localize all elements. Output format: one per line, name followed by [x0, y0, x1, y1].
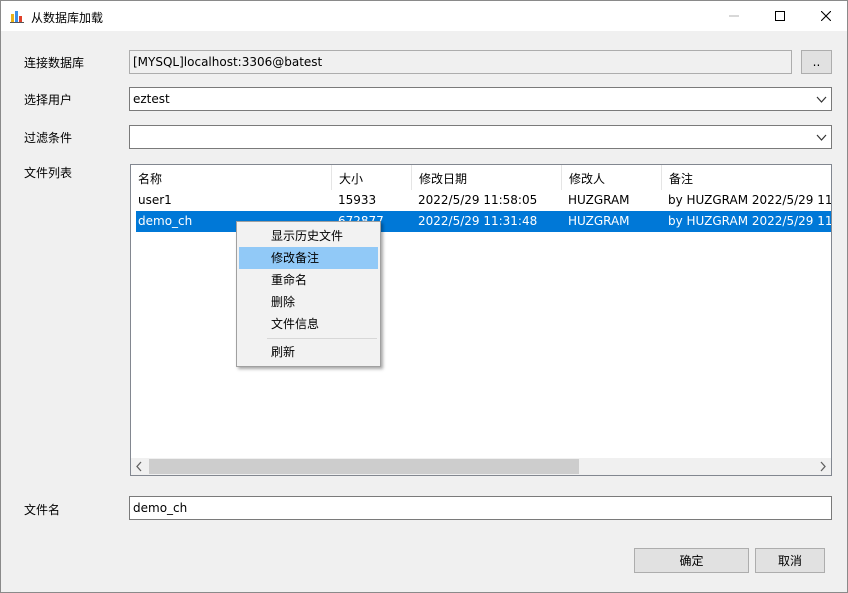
filter-select[interactable] — [129, 125, 832, 149]
title-bar[interactable]: 从数据库加载 — [1, 1, 847, 31]
scrollbar-thumb[interactable] — [149, 459, 579, 474]
menu-item-edit-note[interactable]: 修改备注 — [239, 247, 378, 269]
file-size-cell: 15933 — [338, 193, 377, 207]
user-select[interactable]: eztest — [129, 87, 832, 111]
user-label: 选择用户 — [24, 93, 73, 107]
scroll-left-icon[interactable] — [134, 461, 145, 472]
menu-item-refresh[interactable]: 刷新 — [239, 341, 378, 363]
ok-button[interactable]: 确定 — [634, 548, 749, 573]
table-row[interactable]: user1 15933 2022/5/29 11:58:05 HUZGRAM b… — [136, 190, 831, 211]
close-button[interactable] — [803, 1, 848, 31]
file-date-cell: 2022/5/29 11:31:48 — [418, 214, 538, 228]
minimize-icon — [729, 15, 739, 17]
context-menu: 显示历史文件 修改备注 重命名 删除 文件信息 刷新 — [236, 221, 381, 367]
menu-item-show-history[interactable]: 显示历史文件 — [239, 225, 378, 247]
browse-database-button[interactable]: .. — [801, 50, 832, 74]
column-header-date[interactable]: 修改日期 — [412, 165, 562, 190]
filter-label: 过滤条件 — [24, 131, 73, 145]
file-note-cell: by HUZGRAM 2022/5/29 11:58:05 — [668, 193, 831, 207]
file-name-cell: user1 — [138, 193, 172, 207]
close-icon — [821, 11, 831, 21]
horizontal-scrollbar[interactable] — [131, 458, 831, 475]
filename-label: 文件名 — [24, 503, 61, 517]
cancel-button[interactable]: 取消 — [755, 548, 825, 573]
file-modifier-cell: HUZGRAM — [568, 214, 630, 228]
database-connection-field[interactable]: [MYSQL]localhost:3306@batest — [129, 50, 792, 74]
maximize-icon — [775, 11, 785, 21]
menu-item-delete[interactable]: 删除 — [239, 291, 378, 313]
column-header-size[interactable]: 大小 — [332, 165, 412, 190]
user-select-value: eztest — [133, 92, 170, 106]
column-header-note[interactable]: 备注 — [662, 165, 831, 190]
file-list-label: 文件列表 — [24, 166, 73, 180]
filename-input[interactable]: demo_ch — [129, 496, 832, 520]
app-icon — [10, 11, 24, 23]
database-label: 连接数据库 — [24, 56, 85, 70]
file-date-cell: 2022/5/29 11:58:05 — [418, 193, 538, 207]
file-note-cell: by HUZGRAM 2022/5/29 11:31:48 — [668, 214, 831, 228]
file-list-header: 名称 大小 修改日期 修改人 备注 — [131, 165, 831, 190]
menu-item-rename[interactable]: 重命名 — [239, 269, 378, 291]
scroll-right-icon[interactable] — [817, 461, 828, 472]
chevron-down-icon — [816, 134, 827, 141]
minimize-button[interactable] — [711, 1, 757, 31]
file-modifier-cell: HUZGRAM — [568, 193, 630, 207]
load-from-database-dialog: 从数据库加载 连接数据库 [MYSQL]localhost:3306@bates… — [0, 0, 848, 593]
maximize-button[interactable] — [757, 1, 803, 31]
menu-separator — [267, 338, 377, 339]
menu-item-file-info[interactable]: 文件信息 — [239, 313, 378, 335]
chevron-down-icon — [816, 96, 827, 103]
column-header-modifier[interactable]: 修改人 — [562, 165, 662, 190]
window-title: 从数据库加载 — [31, 11, 104, 25]
column-header-name[interactable]: 名称 — [131, 165, 332, 190]
